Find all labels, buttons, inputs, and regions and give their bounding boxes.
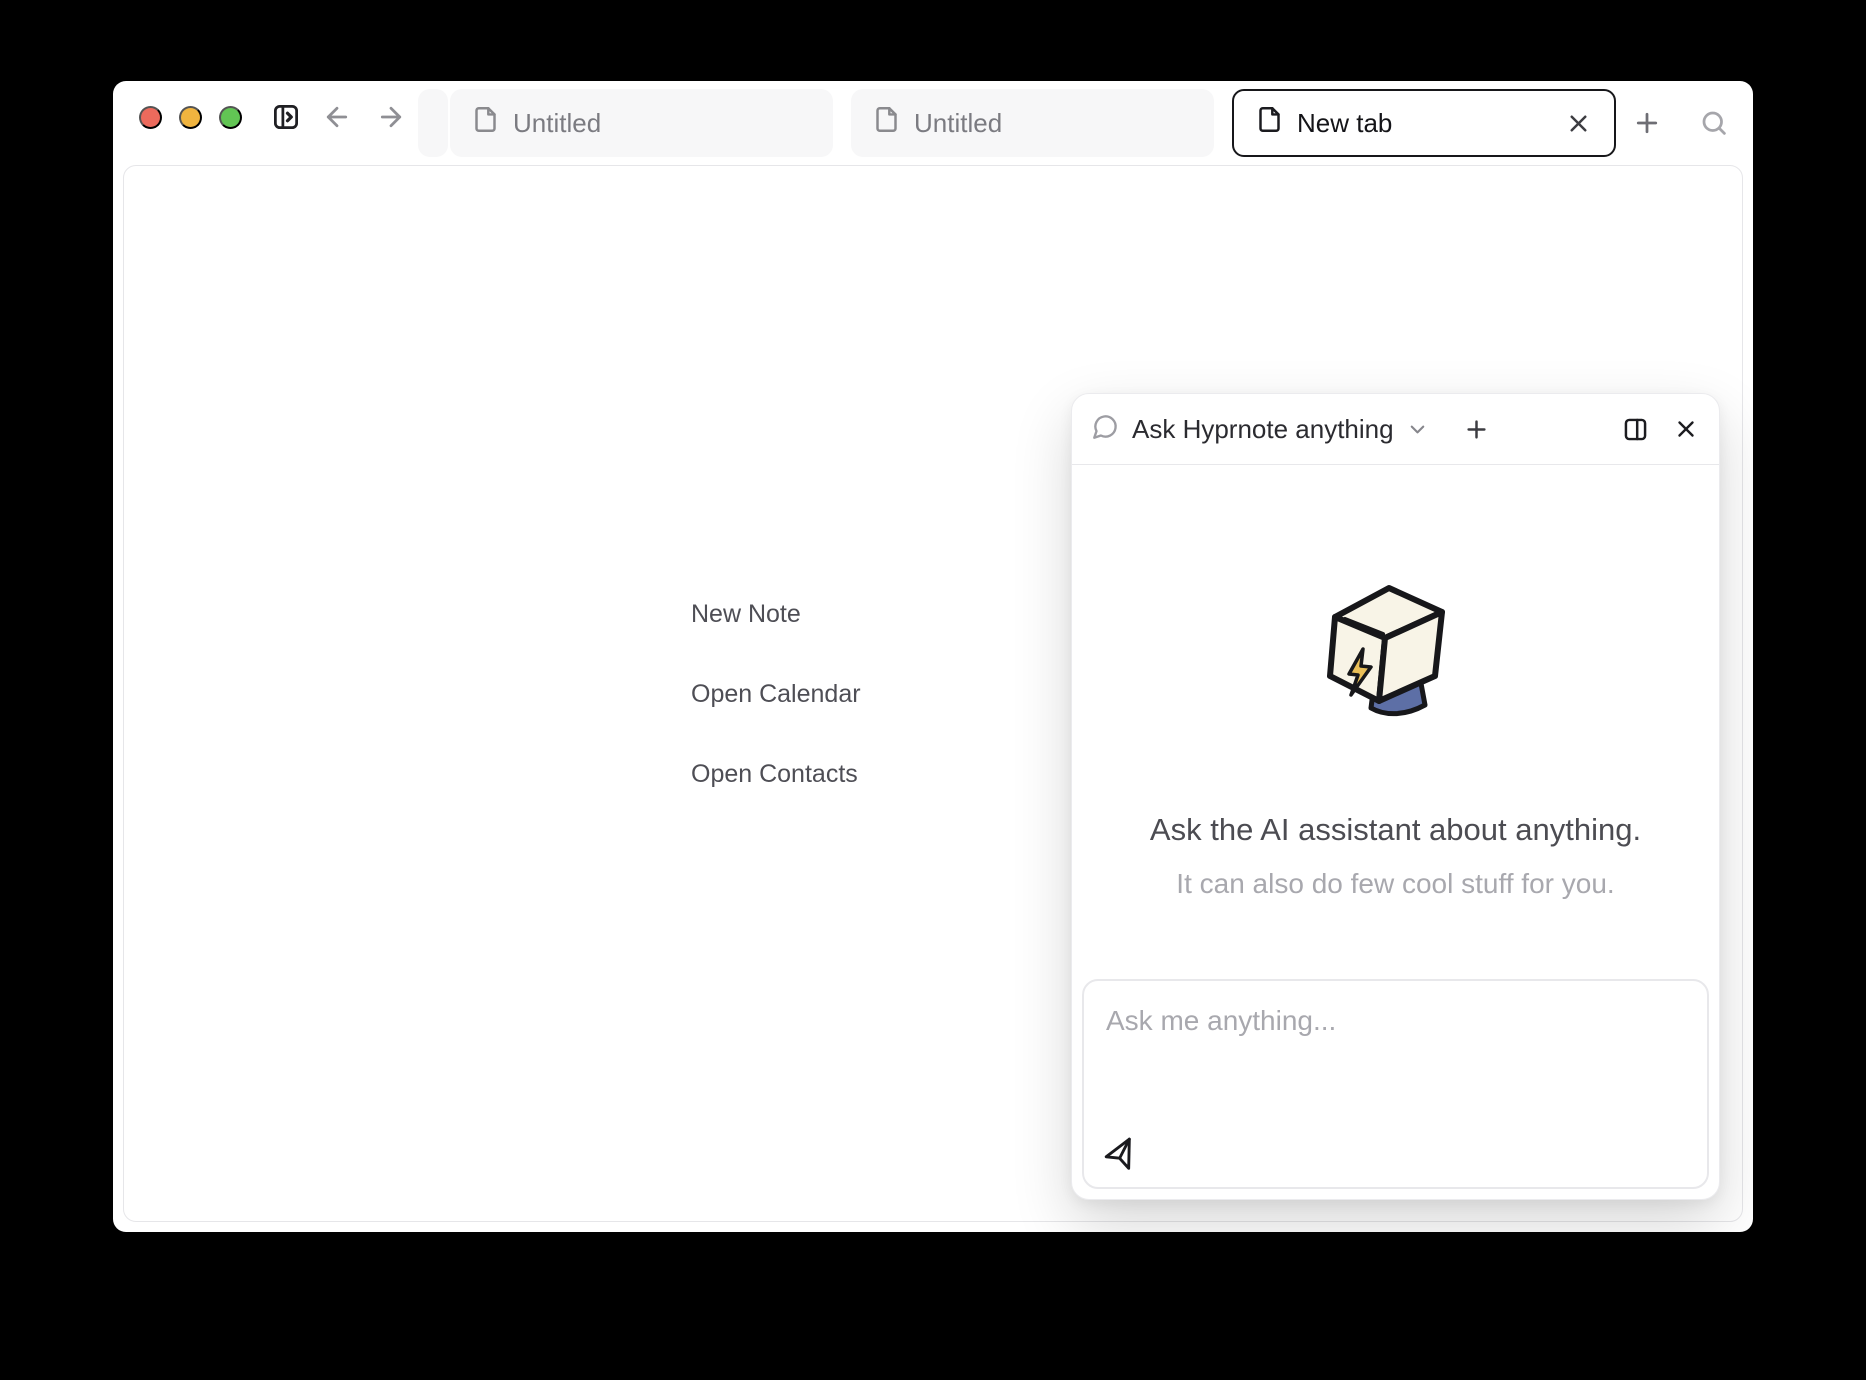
tab-label: Untitled (914, 108, 1002, 139)
new-tab-button[interactable] (1632, 108, 1662, 138)
conversation-select-button[interactable] (1406, 418, 1429, 441)
close-icon (1673, 430, 1699, 445)
assistant-empty-state: Ask the AI assistant about anything. It … (1072, 465, 1719, 979)
message-circle-icon (1092, 413, 1119, 445)
assistant-subheading: It can also do few cool stuff for you. (1176, 868, 1614, 900)
cube-robot-illustration (1323, 575, 1468, 730)
window-zoom-button[interactable] (219, 106, 242, 129)
tab-new-tab-active[interactable]: New tab (1232, 89, 1616, 157)
forward-button[interactable] (376, 102, 406, 132)
arrow-left-icon (322, 120, 352, 135)
file-icon (873, 106, 900, 140)
window-minimize-button[interactable] (179, 106, 202, 129)
assistant-panel-title: Ask Hyprnote anything (1132, 414, 1394, 445)
assistant-input[interactable] (1084, 981, 1707, 1187)
new-note-link[interactable]: New Note (691, 598, 861, 630)
plus-icon (1463, 431, 1490, 446)
tab-untitled-2[interactable]: Untitled (851, 89, 1214, 157)
app-window: Untitled Untitled New tab (113, 81, 1753, 1232)
send-button[interactable] (1104, 1140, 1137, 1173)
split-view-icon (1622, 431, 1649, 446)
search-button[interactable] (1699, 108, 1729, 138)
sidebar-toggle-button[interactable] (271, 102, 301, 132)
open-calendar-link[interactable]: Open Calendar (691, 678, 861, 710)
tab-label: Untitled (513, 108, 601, 139)
chevron-down-icon (1406, 429, 1429, 444)
ai-assistant-panel: Ask Hyprnote anything (1071, 393, 1720, 1200)
tab-close-button[interactable] (1565, 110, 1592, 137)
send-icon (1104, 1161, 1137, 1176)
assistant-input-container (1082, 979, 1709, 1189)
assistant-heading: Ask the AI assistant about anything. (1150, 812, 1641, 848)
titlebar: Untitled Untitled New tab (113, 81, 1753, 165)
tab-strip-edge (418, 89, 448, 157)
window-close-button[interactable] (139, 106, 162, 129)
search-icon (1699, 126, 1729, 141)
arrow-right-icon (376, 120, 406, 135)
file-icon (1256, 106, 1283, 140)
quick-links: New Note Open Calendar Open Contacts (691, 598, 861, 790)
tab-untitled-1[interactable]: Untitled (450, 89, 833, 157)
assistant-panel-header: Ask Hyprnote anything (1072, 394, 1719, 465)
panel-close-button[interactable] (1673, 416, 1699, 442)
file-icon (472, 106, 499, 140)
split-view-button[interactable] (1622, 416, 1649, 443)
back-button[interactable] (322, 102, 352, 132)
plus-icon (1632, 126, 1662, 141)
sidebar-toggle-icon (271, 120, 301, 135)
tab-label: New tab (1297, 108, 1392, 139)
new-chat-button[interactable] (1463, 416, 1490, 443)
open-contacts-link[interactable]: Open Contacts (691, 758, 861, 790)
close-icon (1565, 125, 1592, 140)
